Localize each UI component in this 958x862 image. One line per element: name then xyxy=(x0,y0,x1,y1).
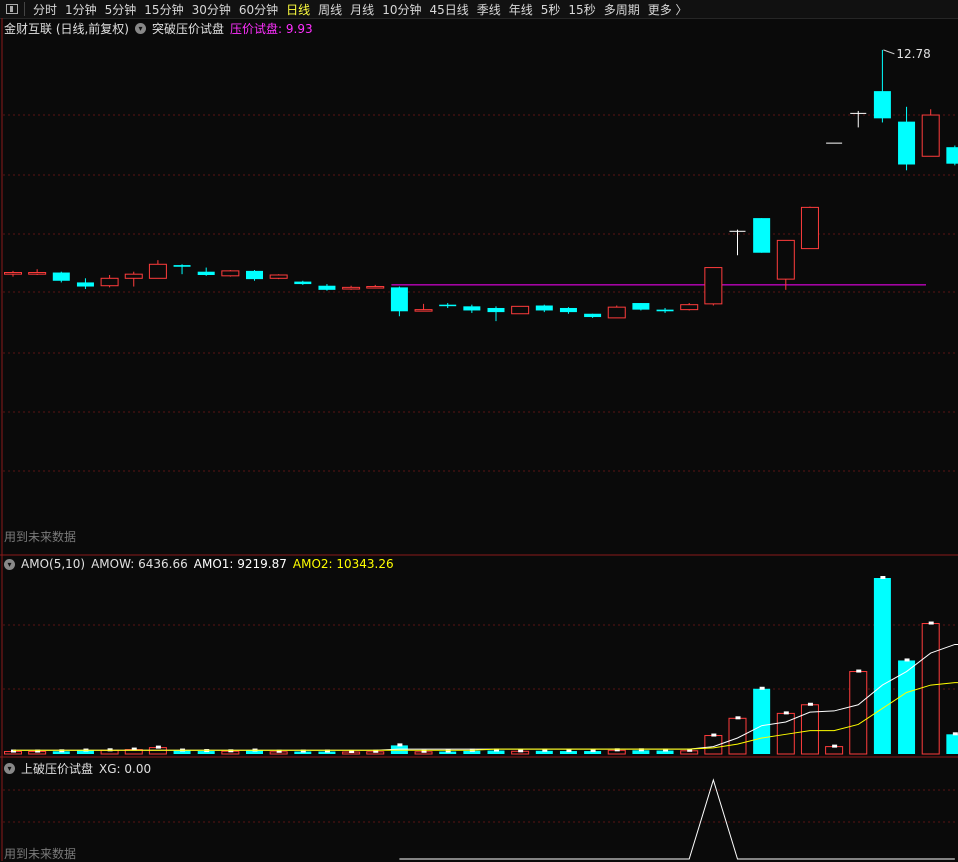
candle-body xyxy=(366,286,385,289)
candle-body xyxy=(680,304,699,311)
candle-body xyxy=(776,239,795,280)
candle-body xyxy=(246,270,263,280)
volume-marker xyxy=(807,702,813,706)
volume-marker xyxy=(832,744,838,748)
candle-body xyxy=(559,307,577,313)
volume-bar xyxy=(873,578,891,754)
xg-signal-line xyxy=(399,778,955,860)
volume-marker xyxy=(904,658,910,662)
volume-bar xyxy=(946,734,958,754)
candle-body xyxy=(511,305,530,315)
candle-body xyxy=(487,307,505,313)
candle-body xyxy=(898,121,916,165)
candle-body xyxy=(221,270,240,277)
volume-marker xyxy=(518,749,524,753)
high-label: 12.78 xyxy=(896,47,930,61)
volume-bar xyxy=(825,746,844,755)
candle-body xyxy=(318,285,336,290)
volume-bar xyxy=(753,688,771,754)
volume-bar xyxy=(728,717,747,755)
volume-marker xyxy=(735,716,741,720)
candle-body xyxy=(921,114,940,157)
candle-body xyxy=(414,309,433,312)
candle-body xyxy=(607,306,626,319)
volume-marker xyxy=(880,576,886,579)
volume-marker xyxy=(856,669,862,673)
volume-marker xyxy=(928,621,934,625)
candle-body xyxy=(342,286,361,290)
candle-body xyxy=(28,272,47,275)
candle-body xyxy=(800,206,819,250)
candle-body xyxy=(173,265,191,267)
volume-marker xyxy=(952,732,958,736)
volume-marker xyxy=(783,711,789,715)
volume-bar xyxy=(849,671,868,755)
candle-body xyxy=(535,305,553,311)
candle-body xyxy=(390,287,408,312)
candle-body xyxy=(656,309,674,312)
candle-body xyxy=(463,306,481,311)
candle-body xyxy=(584,313,602,318)
candle-body xyxy=(704,267,723,305)
volume-bar xyxy=(921,623,940,755)
volume-marker xyxy=(397,743,403,747)
candle-body xyxy=(873,91,891,119)
candle-body xyxy=(4,272,22,275)
candle-body xyxy=(753,218,771,253)
candle-body xyxy=(946,147,958,164)
candle-body xyxy=(76,282,94,287)
high-label-pointer xyxy=(883,49,895,55)
candle-body xyxy=(197,271,215,275)
candle-body xyxy=(439,304,457,307)
candle-body xyxy=(632,303,650,310)
candle-body xyxy=(148,263,167,279)
kline-chart[interactable]: 12.78 xyxy=(0,0,958,861)
candle-body xyxy=(269,274,288,279)
candle-body xyxy=(294,281,312,285)
candle-body xyxy=(100,277,119,287)
candle-body xyxy=(52,272,70,281)
volume-marker xyxy=(759,686,765,690)
candle-body xyxy=(124,273,143,279)
volume-marker xyxy=(155,745,161,749)
volume-marker xyxy=(711,733,717,737)
